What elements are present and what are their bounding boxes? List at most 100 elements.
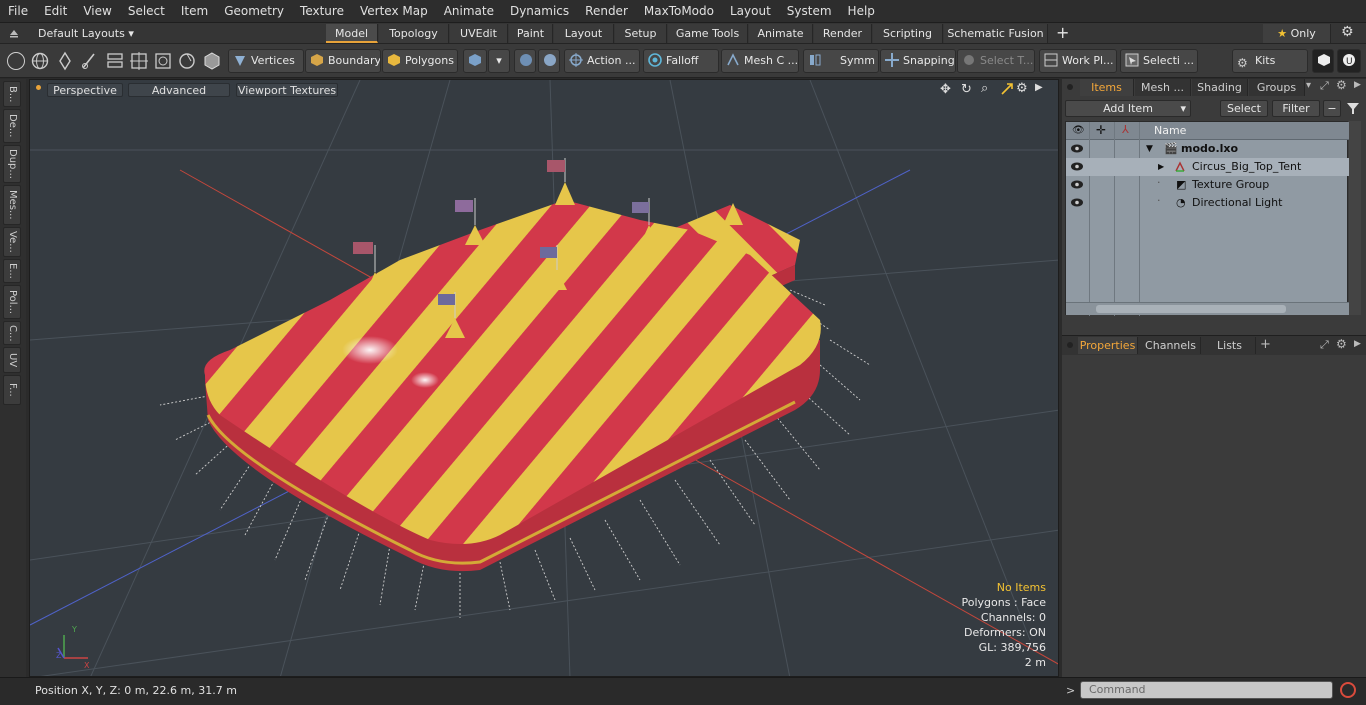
kits-button[interactable]: ⚙ Kits — [1232, 49, 1308, 73]
viewport-textures-button[interactable]: Viewport Textures — [236, 83, 338, 97]
select-through-button[interactable]: Select T... — [957, 49, 1035, 73]
panel-arrow-icon[interactable]: ▶ — [1354, 80, 1361, 90]
collapse-icon[interactable] — [8, 27, 20, 39]
only-toggle[interactable]: ★ Only — [1263, 24, 1331, 43]
eye-icon[interactable] — [1071, 198, 1083, 207]
palette-tab-duplicate[interactable]: Dup... — [3, 145, 21, 183]
tree-row-texture-group[interactable]: · ◩ Texture Group — [1066, 176, 1349, 194]
layout-selector[interactable]: Default Layouts ▾ — [38, 23, 134, 44]
palette-tab-curve[interactable]: C... — [3, 321, 21, 345]
menu-system[interactable]: System — [779, 0, 840, 22]
palette-tab-deform[interactable]: De... — [3, 109, 21, 143]
menu-vertex-map[interactable]: Vertex Map — [352, 0, 436, 22]
tab-properties[interactable]: Properties — [1078, 337, 1138, 354]
rotate-view-icon[interactable]: ↻ — [961, 82, 972, 97]
frame-icon[interactable] — [153, 51, 173, 74]
select-button[interactable]: Select — [1220, 100, 1268, 117]
panel-gear-icon[interactable]: ⚙ — [1336, 337, 1347, 351]
palette-tab-edge[interactable]: E... — [3, 259, 21, 283]
select-circle-icon[interactable] — [7, 52, 25, 70]
command-input[interactable]: Command — [1080, 681, 1333, 699]
cube-solid-icon[interactable] — [202, 51, 222, 74]
tab-mesh[interactable]: Mesh ... — [1135, 79, 1191, 96]
menu-dynamics[interactable]: Dynamics — [502, 0, 577, 22]
vertices-button[interactable]: Vertices — [228, 49, 304, 73]
tab-lists[interactable]: Lists — [1204, 337, 1256, 354]
tab-channels[interactable]: Channels — [1141, 337, 1201, 354]
name-column-header[interactable]: Name — [1154, 124, 1186, 137]
filter-button[interactable]: Filter — [1272, 100, 1320, 117]
record-macro-icon[interactable] — [1340, 682, 1356, 698]
tab-groups[interactable]: Groups — [1249, 79, 1305, 96]
gear-icon[interactable]: ⚙ — [1341, 24, 1354, 40]
menu-render[interactable]: Render — [577, 0, 636, 22]
menu-layout[interactable]: Layout — [722, 0, 779, 22]
polygons-button[interactable]: Polygons — [382, 49, 458, 73]
tree-row-light[interactable]: · ◔ Directional Light — [1066, 194, 1349, 212]
zoom-view-icon[interactable]: ⌕ — [981, 81, 988, 96]
palette-tab-uv[interactable]: UV — [3, 347, 21, 373]
add-item-button[interactable]: Add Item ▾ — [1065, 100, 1191, 117]
viewport-menu-arrow-icon[interactable]: ▶ — [1035, 82, 1043, 93]
advanced-button[interactable]: Advanced — [128, 83, 230, 97]
tab-setup[interactable]: Setup — [615, 24, 667, 43]
collapse-tree-button[interactable]: − — [1323, 100, 1341, 117]
menu-help[interactable]: Help — [840, 0, 883, 22]
tab-uvedit[interactable]: UVEdit — [450, 24, 508, 43]
brush-tool-icon[interactable] — [80, 51, 98, 74]
mesh-constraint-button[interactable]: Mesh C ... — [721, 49, 799, 73]
center-icon[interactable] — [129, 51, 149, 74]
add-tab-icon[interactable]: + — [1056, 23, 1069, 43]
tab-render[interactable]: Render — [814, 24, 872, 43]
menu-select[interactable]: Select — [120, 0, 173, 22]
tabs-dropdown-icon[interactable]: ▾ — [1306, 80, 1311, 91]
snap-b-button[interactable] — [538, 49, 560, 73]
tab-schematic-fusion[interactable]: Schematic Fusion — [944, 24, 1048, 43]
palette-tab-fusion[interactable]: F... — [3, 375, 21, 405]
eye-icon[interactable] — [1071, 144, 1083, 153]
unreal-logo-button[interactable]: U — [1337, 49, 1361, 73]
add-tab-icon[interactable]: + — [1260, 337, 1271, 352]
menu-view[interactable]: View — [75, 0, 119, 22]
3d-viewport[interactable]: Y X Z Perspective Advanced Viewport Text… — [29, 79, 1059, 677]
filter-funnel-icon[interactable] — [1346, 101, 1360, 118]
boundary-button[interactable]: Boundary — [305, 49, 381, 73]
fit-view-icon[interactable] — [1001, 83, 1013, 95]
menu-edit[interactable]: Edit — [36, 0, 75, 22]
eye-icon[interactable] — [1071, 180, 1083, 189]
material-dropdown[interactable]: ▾ — [488, 49, 510, 73]
material-button[interactable] — [463, 49, 487, 73]
tab-layout[interactable]: Layout — [554, 24, 614, 43]
expand-panel-icon[interactable]: ⤢ — [1320, 338, 1329, 352]
expand-arrow-icon[interactable]: ▼ — [1146, 140, 1153, 158]
menu-item[interactable]: Item — [173, 0, 216, 22]
pen-tool-icon[interactable] — [56, 51, 74, 74]
tab-paint[interactable]: Paint — [509, 24, 553, 43]
action-button[interactable]: Action ... — [564, 49, 640, 73]
symmetry-button[interactable]: Symm ... — [803, 49, 879, 73]
viewport-gear-icon[interactable]: ⚙ — [1016, 81, 1028, 96]
palette-tab-basic[interactable]: B... — [3, 81, 21, 107]
rotate-circle-icon[interactable] — [177, 51, 197, 74]
perspective-button[interactable]: Perspective — [47, 83, 123, 97]
tab-topology[interactable]: Topology — [379, 24, 449, 43]
modo-logo-button[interactable] — [1312, 49, 1334, 73]
tree-hscrollbar[interactable] — [1066, 302, 1349, 315]
align-icon[interactable] — [105, 51, 125, 74]
palette-tab-vertex[interactable]: Ve... — [3, 227, 21, 257]
work-plane-button[interactable]: Work Pl... — [1039, 49, 1117, 73]
tab-model[interactable]: Model — [326, 24, 378, 43]
selection-sets-button[interactable]: Selecti ... — [1120, 49, 1198, 73]
snapping-button[interactable]: Snapping — [880, 49, 956, 73]
palette-tab-mesh-edit[interactable]: Mes... — [3, 185, 21, 225]
menu-file[interactable]: File — [0, 0, 36, 22]
falloff-button[interactable]: Falloff — [643, 49, 719, 73]
menu-animate[interactable]: Animate — [436, 0, 502, 22]
tab-animate[interactable]: Animate — [749, 24, 813, 43]
panel-arrow-icon[interactable]: ▶ — [1354, 339, 1361, 349]
tab-scripting[interactable]: Scripting — [873, 24, 943, 43]
panel-gear-icon[interactable]: ⚙ — [1336, 78, 1347, 92]
menu-texture[interactable]: Texture — [292, 0, 352, 22]
tree-vscrollbar[interactable] — [1349, 121, 1361, 315]
menu-maxtomodo[interactable]: MaxToModo — [636, 0, 722, 22]
